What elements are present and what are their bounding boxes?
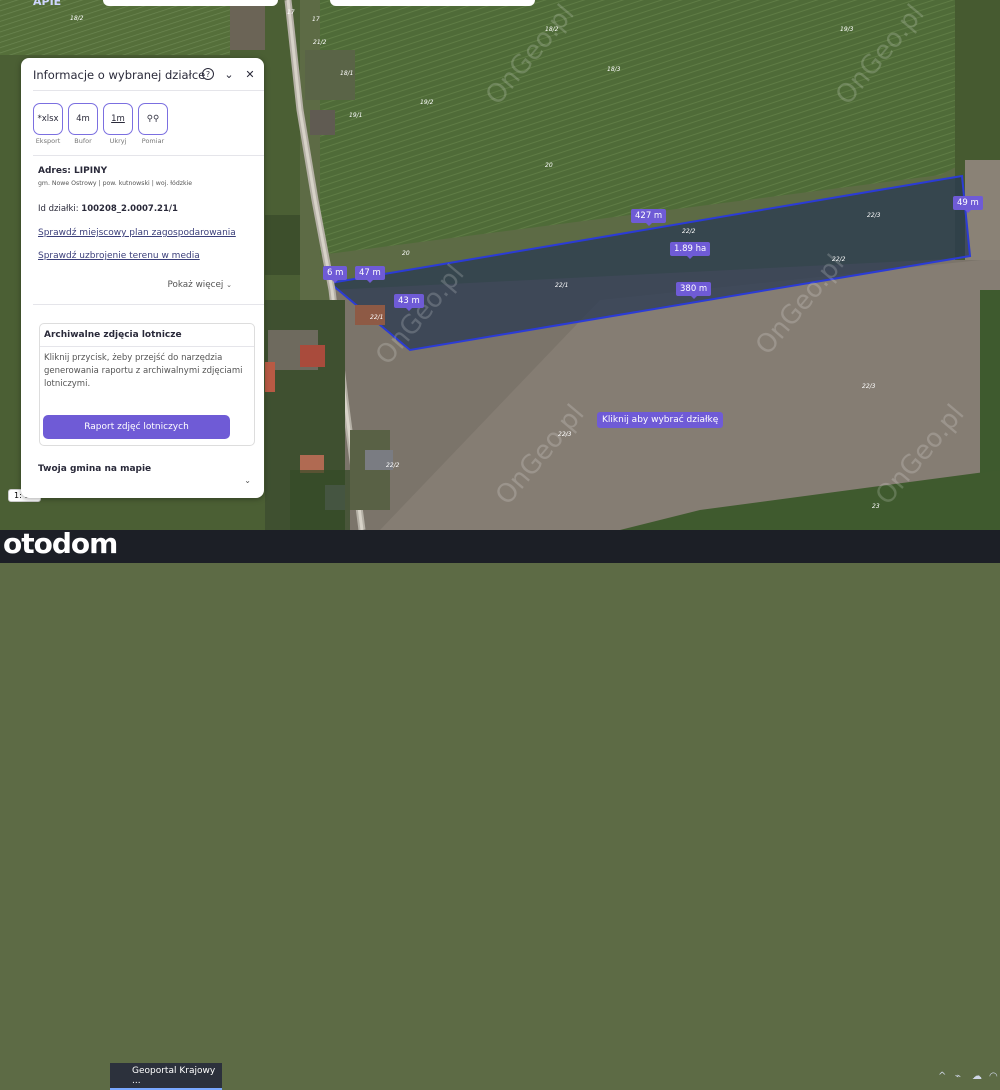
parcel-number: 20 bbox=[402, 250, 410, 257]
measure-label: 6 m bbox=[323, 266, 348, 283]
parcel-number: 19/3 bbox=[840, 26, 854, 33]
plot-id-label: Id działki: bbox=[38, 204, 82, 214]
brand-fragment: APIE bbox=[33, 0, 62, 8]
hide-tool[interactable]: 1m Ukryj bbox=[103, 103, 133, 145]
divider bbox=[33, 90, 264, 91]
otodom-watermark: otodom bbox=[3, 527, 118, 560]
parcel-number: 17 bbox=[312, 16, 320, 23]
show-more-label: Pokaż więcej bbox=[167, 280, 224, 290]
parcel-number: 18/2 bbox=[545, 26, 559, 33]
section-gmina-title: Twoja gmina na mapie bbox=[38, 464, 152, 474]
tool-caption: Ukryj bbox=[109, 137, 127, 145]
aerial-report-button[interactable]: Raport zdjęć lotniczych bbox=[43, 415, 230, 439]
measure-label: 47 m bbox=[355, 266, 385, 283]
parcel-number: 22/2 bbox=[832, 256, 846, 263]
panel-title: Informacje o wybranej działce bbox=[33, 68, 206, 82]
measure-label: 43 m bbox=[394, 294, 424, 311]
parcel-number: 22/3 bbox=[862, 383, 876, 390]
chevron-up-icon[interactable]: ^ bbox=[938, 1071, 946, 1082]
parcel-number: 21/2 bbox=[313, 39, 327, 46]
measure-label: 427 m bbox=[631, 209, 667, 226]
parcel-number: 23 bbox=[872, 503, 880, 510]
network-icon[interactable]: ⌁ bbox=[955, 1071, 961, 1082]
divider bbox=[40, 346, 254, 347]
parcel-number: 19/1 bbox=[349, 112, 363, 119]
utilities-link[interactable]: Sprawdź uzbrojenie terenu w media bbox=[38, 251, 200, 261]
parcel-number: 17 bbox=[287, 9, 295, 16]
export-tool[interactable]: *xlsx Eksport bbox=[33, 103, 63, 145]
area-label: 1.89 ha bbox=[670, 242, 711, 259]
tool-caption: Bufor bbox=[74, 137, 92, 145]
cloud-icon[interactable]: ☁ bbox=[972, 1071, 982, 1082]
plot-address-details: gm. Nowe Ostrowy | pow. kutnowski | woj.… bbox=[38, 180, 193, 187]
measure-label: 49 m bbox=[953, 196, 983, 213]
wifi-icon[interactable]: ◠ bbox=[989, 1071, 998, 1082]
chevron-down-icon[interactable]: ⌄ bbox=[244, 476, 251, 485]
parcel-number: 19/2 bbox=[420, 99, 434, 106]
chevron-down-icon[interactable]: ⌄ bbox=[223, 68, 235, 81]
hide-icon[interactable]: 1m bbox=[103, 103, 133, 135]
tool-caption: Eksport bbox=[35, 137, 61, 145]
parcel-number: 22/3 bbox=[867, 212, 881, 219]
plot-address: Adres: LIPINY bbox=[38, 166, 108, 176]
tool-caption: Pomiar bbox=[141, 137, 165, 145]
search-field-top-2[interactable] bbox=[330, 0, 535, 6]
parcel-number: 22/2 bbox=[386, 462, 400, 469]
card-title: Archiwalne zdjęcia lotnicze bbox=[44, 330, 182, 340]
measure-label: 380 m bbox=[676, 282, 712, 299]
aerial-photos-card: Archiwalne zdjęcia lotnicze Kliknij przy… bbox=[39, 323, 255, 446]
parcel-number: 20 bbox=[545, 162, 553, 169]
plot-id-value: 100208_2.0007.21/1 bbox=[81, 204, 178, 214]
measure-icon[interactable]: ⚲⚲ bbox=[138, 103, 168, 135]
parcel-number: 22/1 bbox=[555, 282, 569, 289]
divider bbox=[33, 304, 264, 305]
help-icon[interactable]: ? bbox=[202, 68, 214, 80]
plot-info-panel: Informacje o wybranej działce ? ⌄ ✕ *xls… bbox=[21, 58, 264, 498]
parcel-number: 18/1 bbox=[340, 70, 354, 77]
close-icon[interactable]: ✕ bbox=[244, 68, 256, 81]
export-icon[interactable]: *xlsx bbox=[33, 103, 63, 135]
plot-id-row: Id działki: 100208_2.0007.21/1 bbox=[38, 204, 178, 214]
chevron-down-icon: ⌄ bbox=[226, 281, 232, 289]
parcel-number: 18/2 bbox=[70, 15, 84, 22]
parcel-number: 22/1 bbox=[370, 314, 384, 321]
buffer-tool[interactable]: 4m Bufor bbox=[68, 103, 98, 145]
toolbar: *xlsx Eksport 4m Bufor 1m Ukryj ⚲⚲ Pomia… bbox=[33, 103, 168, 145]
taskbar: Geoportal Krajowy ... ^ ⌁ ☁ ◠ bbox=[0, 530, 1000, 1090]
zoning-plan-link[interactable]: Sprawdź miejscowy plan zagospodarowania bbox=[38, 228, 236, 238]
buffer-icon[interactable]: 4m bbox=[68, 103, 98, 135]
parcel-number: 22/2 bbox=[682, 228, 696, 235]
taskbar-app-geoportal[interactable]: Geoportal Krajowy ... bbox=[110, 1063, 222, 1090]
taskbar-app-label: Geoportal Krajowy ... bbox=[132, 1065, 216, 1086]
divider bbox=[33, 155, 264, 156]
parcel-number: 22/3 bbox=[558, 431, 572, 438]
select-plot-hint: Kliknij aby wybrać działkę bbox=[597, 412, 724, 428]
parcel-number: 18/3 bbox=[607, 66, 621, 73]
measure-tool[interactable]: ⚲⚲ Pomiar bbox=[138, 103, 168, 145]
show-more-button[interactable]: Pokaż więcej ⌄ bbox=[167, 280, 232, 290]
search-field-top[interactable] bbox=[103, 0, 278, 6]
card-description: Kliknij przycisk, żeby przejść do narzęd… bbox=[44, 353, 243, 389]
